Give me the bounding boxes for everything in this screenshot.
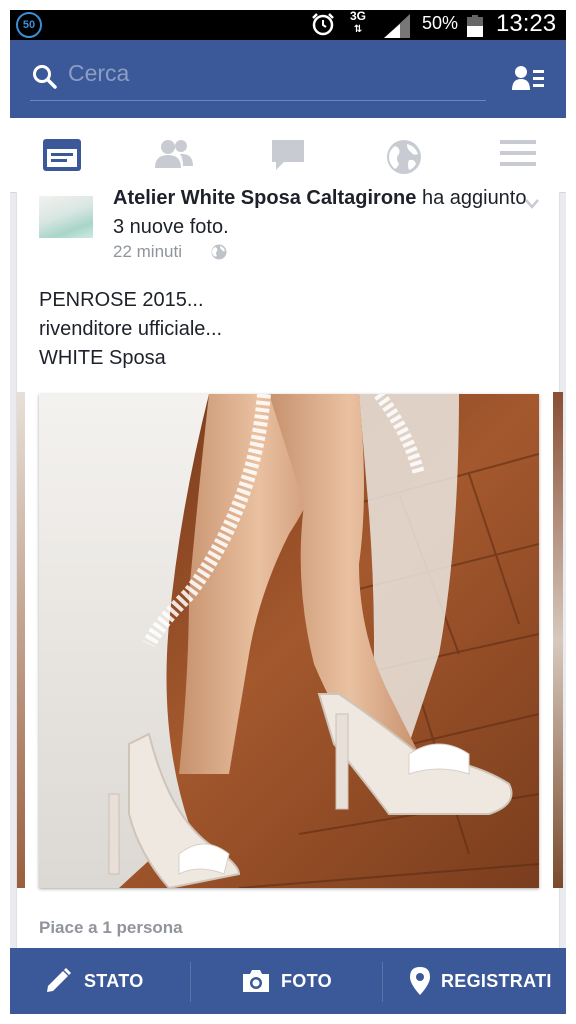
composer-bar: STATO FOTO REGISTRATI [10, 948, 566, 1014]
post-header-text: Atelier White Sposa Caltagirone ha aggiu… [113, 184, 543, 242]
tab-messages[interactable] [264, 138, 312, 174]
battery-icon [466, 15, 484, 43]
search-underline [30, 100, 486, 101]
clock: 13:23 [496, 10, 557, 37]
alarm-icon [310, 12, 336, 42]
post-text-line: WHITE Sposa [39, 347, 166, 369]
post-text-line: PENROSE 2015... [39, 289, 204, 311]
search-icon[interactable] [32, 64, 58, 95]
tab-notifications[interactable] [380, 138, 428, 174]
hamburger-menu-icon [499, 140, 537, 172]
tab-news-feed[interactable] [38, 138, 86, 174]
status-bar: 50 3G ⇅ 50% 13:23 [10, 10, 566, 40]
previous-photo-edge[interactable] [17, 392, 25, 888]
post-card: Atelier White Sposa Caltagirone ha aggiu… [16, 187, 563, 972]
tab-friend-requests[interactable] [150, 138, 198, 174]
post-timestamp[interactable]: 22 minuti [113, 242, 182, 262]
post-photo[interactable] [39, 390, 540, 890]
app-window: 50 3G ⇅ 50% 13:23 Cerca Atelier White Sp… [10, 10, 566, 1014]
post-text-line: rivenditore ufficiale... [39, 318, 223, 340]
next-photo-edge[interactable] [553, 392, 563, 888]
post-text: PENROSE 2015... rivenditore ufficiale...… [39, 286, 222, 373]
battery-percent: 50% [422, 13, 459, 33]
checkin-button[interactable]: REGISTRATI [383, 948, 566, 1014]
news-feed-icon [42, 139, 82, 176]
network-type: 3G ⇅ [350, 10, 367, 35]
globe-icon [385, 140, 423, 180]
privacy-globe-icon [211, 244, 227, 265]
camera-icon [241, 968, 271, 999]
chat-bubble-icon [270, 140, 306, 176]
search-input[interactable]: Cerca [68, 60, 129, 87]
notification-count-badge: 50 [16, 12, 42, 38]
photo-button-label: FOTO [281, 971, 332, 991]
checkin-button-label: REGISTRATI [441, 971, 552, 991]
status-button-label: STATO [84, 971, 144, 991]
bridal-shoes-photo [39, 390, 540, 890]
location-pin-icon [409, 966, 431, 1001]
search-header: Cerca [10, 40, 566, 118]
friend-list-icon[interactable] [512, 64, 546, 97]
photo-button[interactable]: FOTO [191, 948, 381, 1014]
tab-bar [10, 118, 566, 193]
chevron-down-icon[interactable] [525, 196, 539, 214]
author-name[interactable]: Atelier White Sposa Caltagirone [113, 187, 416, 209]
likes-count[interactable]: Piace a 1 persona [39, 918, 183, 938]
pencil-icon [44, 967, 72, 1000]
tab-more[interactable] [494, 138, 542, 174]
status-button[interactable]: STATO [10, 948, 190, 1014]
avatar[interactable] [39, 196, 93, 238]
friends-icon [154, 140, 194, 174]
